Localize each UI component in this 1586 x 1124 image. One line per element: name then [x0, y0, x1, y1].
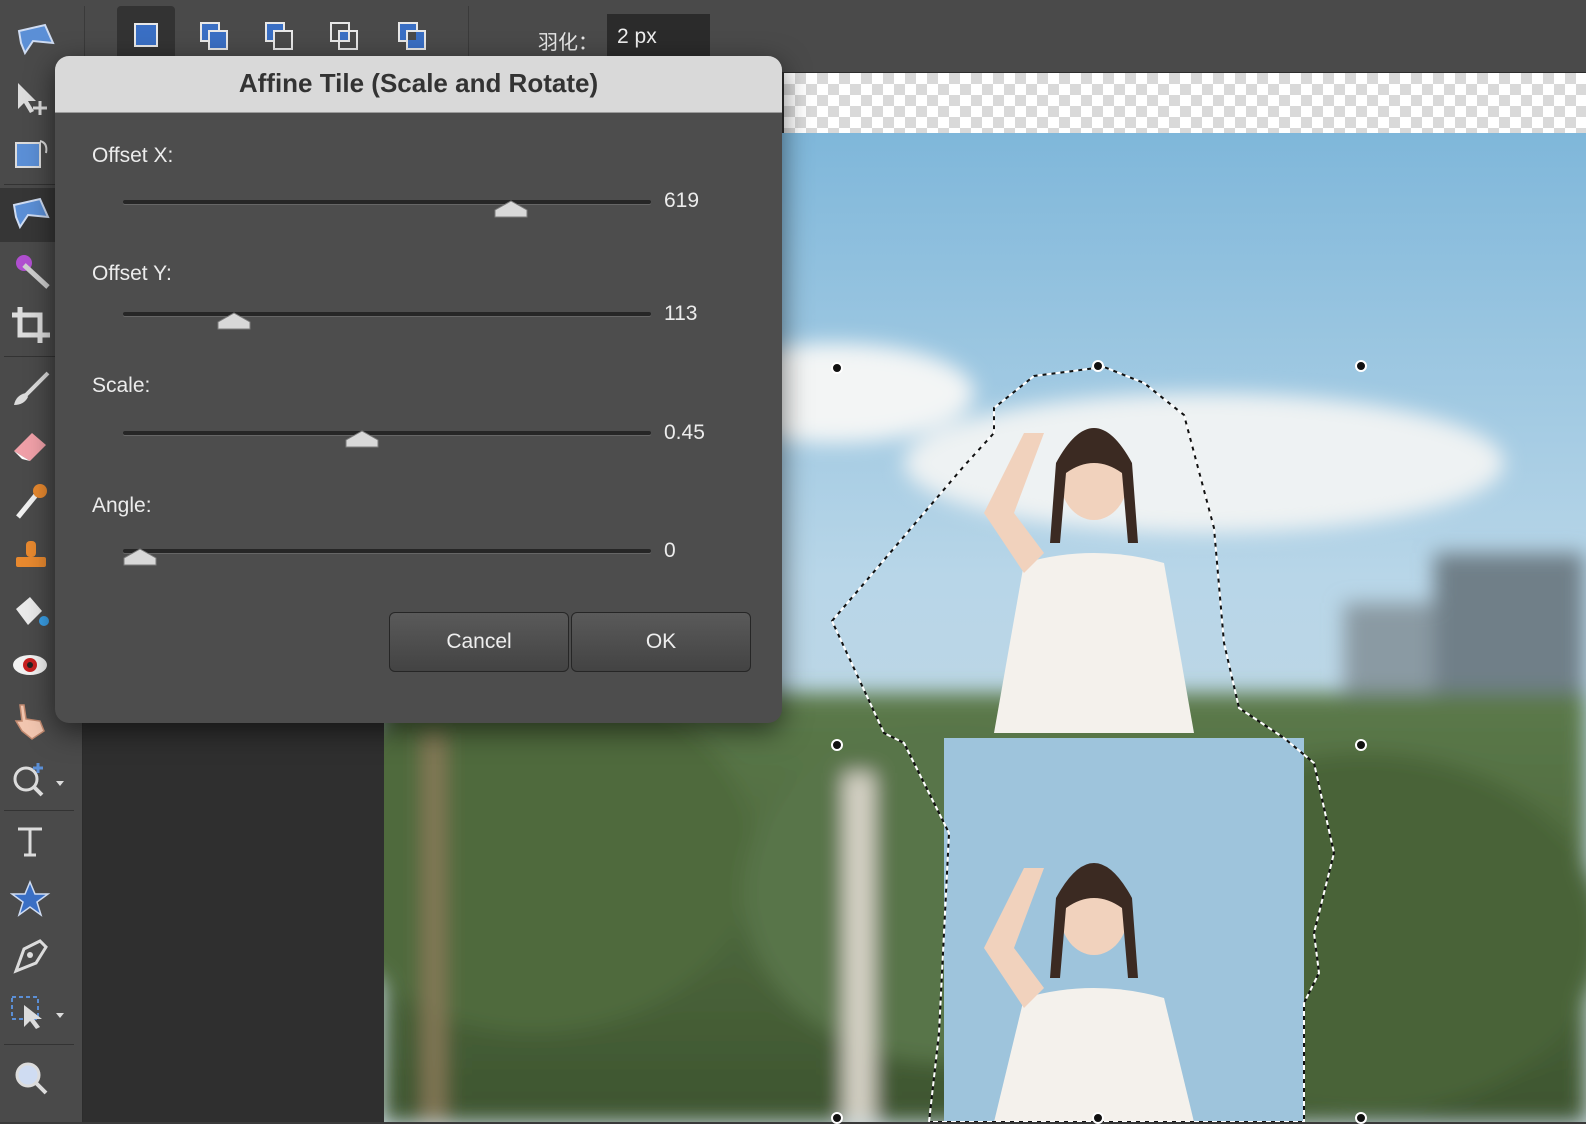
feather-label: 羽化：: [538, 32, 598, 54]
selection-arrow-icon: [11, 996, 64, 1029]
offset-y-slider-thumb[interactable]: [217, 312, 251, 330]
zoom-tool-2[interactable]: [0, 1050, 82, 1104]
offset-y-value: 113: [664, 302, 698, 325]
star-shape-icon: [10, 880, 51, 917]
add-selection-icon: [200, 22, 228, 50]
angle-value: 0: [664, 539, 676, 562]
transparent-canvas-area: [784, 73, 1586, 133]
scale-label: Scale:: [92, 374, 151, 397]
scale-slider-thumb[interactable]: [345, 430, 379, 448]
angle-label: Angle:: [92, 494, 152, 517]
transform-handle-top-left[interactable]: [831, 362, 843, 374]
subtract-selection-icon: [265, 22, 293, 50]
angle-slider-thumb[interactable]: [123, 548, 157, 566]
exclude-overlap-icon: [398, 22, 426, 50]
feather-input[interactable]: [607, 14, 710, 60]
new-selection-icon: [134, 23, 158, 47]
zoom-icon: [13, 763, 64, 797]
offset-x-value: 619: [664, 189, 700, 212]
crop-icon: [12, 307, 50, 343]
selection-tool[interactable]: [0, 984, 82, 1038]
transform-handle-left[interactable]: [831, 739, 843, 751]
current-tool-lasso-icon[interactable]: [0, 6, 58, 64]
paint-bucket-icon: [16, 597, 49, 626]
offset-y-label: Offset Y:: [92, 262, 172, 285]
offset-y-slider[interactable]: [123, 312, 651, 316]
eraser-icon: [14, 433, 46, 461]
hand-icon: [14, 704, 45, 740]
offset-x-slider[interactable]: [123, 200, 651, 204]
transform-handle-right[interactable]: [1355, 739, 1367, 751]
clone-stamp-icon: [16, 541, 46, 567]
pen-icon: [13, 939, 48, 974]
dialog-titlebar[interactable]: Affine Tile (Scale and Rotate): [55, 56, 782, 113]
eyedropper-icon: [16, 484, 47, 519]
intersect-selection-icon: [330, 22, 358, 50]
scale-slider[interactable]: [123, 431, 651, 435]
transform-tool-icon: [15, 140, 48, 168]
transform-handle-bottom[interactable]: [1092, 1112, 1104, 1124]
offset-x-slider-thumb[interactable]: [494, 200, 528, 218]
lasso-tool-icon: [12, 197, 50, 230]
brush-icon: [14, 371, 50, 405]
text-tool-icon: [18, 827, 42, 857]
transform-handle-top-right[interactable]: [1355, 360, 1367, 372]
cancel-button[interactable]: Cancel: [389, 612, 569, 672]
red-eye-icon: [13, 655, 47, 675]
scale-value: 0.45: [664, 421, 705, 444]
shape-tool[interactable]: [0, 872, 82, 926]
magic-wand-icon: [16, 255, 50, 289]
transform-handle-top[interactable]: [1092, 360, 1104, 372]
move-tool-icon: [18, 83, 47, 115]
offset-x-label: Offset X:: [92, 144, 174, 167]
dialog-title: Affine Tile (Scale and Rotate): [238, 68, 599, 98]
zoom-icon: [15, 1062, 48, 1095]
transform-handle-bottom-left[interactable]: [831, 1112, 843, 1124]
affine-tile-dialog: Affine Tile (Scale and Rotate) Offset X:…: [55, 56, 782, 723]
ok-button[interactable]: OK: [571, 612, 751, 672]
angle-slider[interactable]: [123, 549, 651, 553]
zoom-tool[interactable]: [0, 752, 82, 806]
text-tool[interactable]: [0, 814, 82, 868]
transform-handle-bottom-right[interactable]: [1355, 1112, 1367, 1124]
pen-tool[interactable]: [0, 928, 82, 982]
